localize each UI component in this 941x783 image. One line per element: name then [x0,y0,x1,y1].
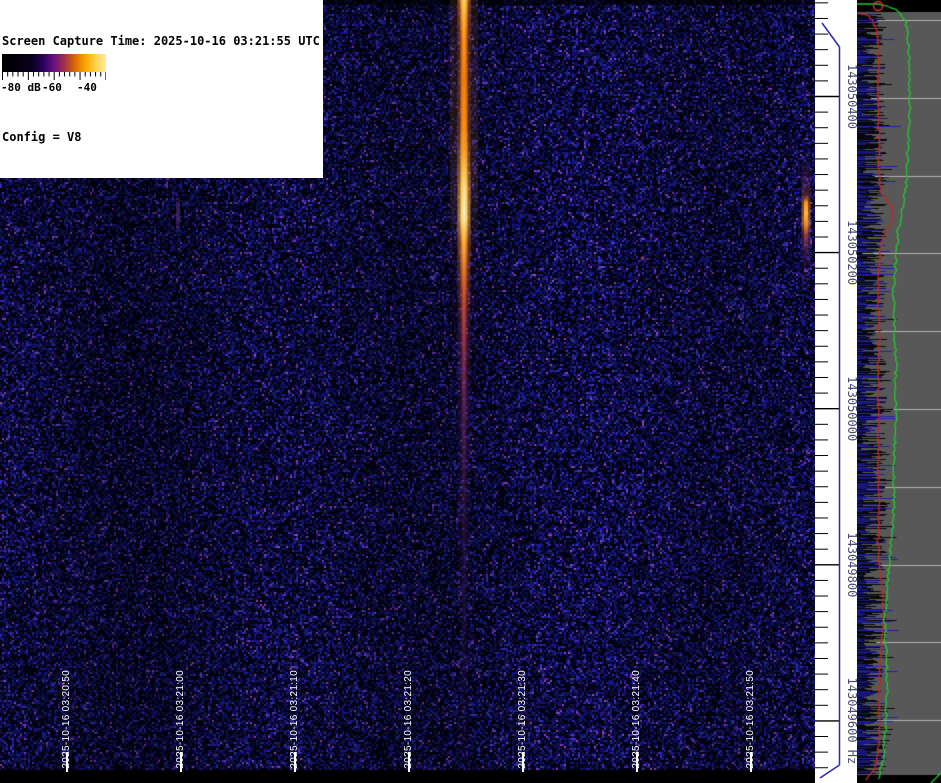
colorbar-label-min: -80 dB [1,81,41,94]
spectrogram-app: 143050400 143050200 143050000 143049800 1430… [0,0,941,783]
frequency-axis-label: 143050000 [845,376,857,441]
frequency-axis-label: 143049800 [845,532,857,597]
colormap-gradient-bar [2,54,106,72]
frequency-axis-label: 143049600 Hz [845,678,857,765]
frequency-axis-label: 143050200 [845,220,857,285]
colorbar-label-mid: -60 [42,81,62,94]
capture-time-text: Screen Capture Time: 2025-10-16 03:21:55… [2,33,320,49]
colormap-ruler-ticks [2,72,106,81]
color-scale-legend: -80 dB -60 -40 [0,52,110,97]
frequency-axis: 143050400 143050200 143050000 143049800 1430… [815,0,857,783]
frequency-axis-label: 143050400 [845,64,857,129]
capture-config-text: Config = V8 [2,129,320,145]
live-spectrum-panel [857,0,941,783]
colorbar-label-max: -40 [77,81,97,94]
